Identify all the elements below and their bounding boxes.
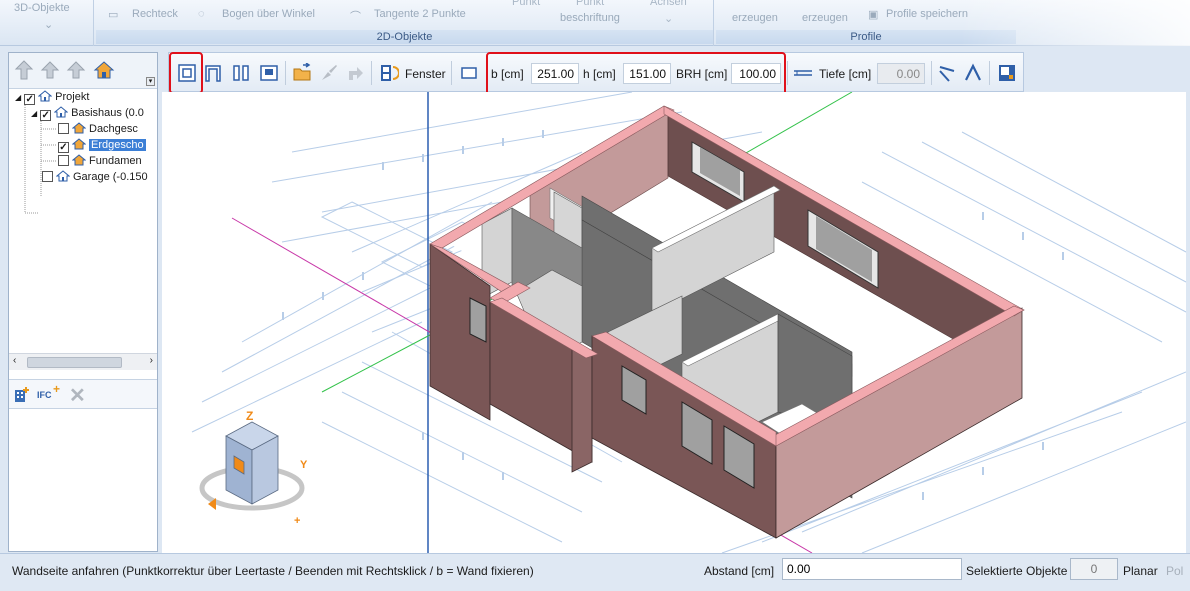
storey-icon xyxy=(72,154,86,166)
tree-item-projekt[interactable]: ◢ ✓ Projekt xyxy=(15,89,89,105)
punkt-button[interactable]: Punkt xyxy=(512,0,540,8)
checkbox[interactable]: ✓ xyxy=(58,142,69,153)
nav-cube-icon[interactable]: Z Y + xyxy=(199,409,308,527)
wall-toolbar: Fenster b [cm] h [cm] BRH [cm] Tiefe [cm… xyxy=(168,52,1024,92)
achsen-chevron-icon[interactable]: ⌄ xyxy=(664,12,673,25)
tree-item-dachgeschoss[interactable]: Dachgesc xyxy=(58,121,138,137)
u-wall-icon[interactable] xyxy=(203,63,223,83)
selektierte-value xyxy=(1070,558,1118,580)
wall-icon[interactable] xyxy=(177,63,197,83)
tree-item-basishaus[interactable]: ◢ ✓ Basishaus (0.0 xyxy=(31,105,144,121)
expand-icon[interactable]: ◢ xyxy=(31,109,37,118)
tree-item-fundament[interactable]: Fundamen xyxy=(58,153,142,169)
menu-dropdown-icon[interactable]: ▾ xyxy=(146,77,155,86)
fenster-label[interactable]: Fenster xyxy=(405,67,446,81)
project-panel: ▾ ◢ ✓ Projekt ◢ ✓ Basishaus (0.0 Dachgesc ✓ E… xyxy=(8,52,158,552)
up-arrow-icon[interactable] xyxy=(39,59,61,81)
erzeugen-button-1[interactable]: erzeugen xyxy=(732,12,778,24)
scroll-left-icon[interactable]: ‹ xyxy=(13,355,16,366)
svg-text:Z: Z xyxy=(246,409,253,423)
tangente-button[interactable]: Tangente 2 Punkte xyxy=(374,8,466,20)
save-icon: ▣ xyxy=(868,9,879,21)
h-input[interactable] xyxy=(623,63,671,84)
svg-text:+: + xyxy=(294,515,300,527)
opening-icon[interactable] xyxy=(259,63,279,83)
rechteck-button[interactable]: Rechteck xyxy=(132,8,178,20)
status-message: Wandseite anfahren (Punktkorrektur über … xyxy=(12,564,534,578)
checkbox[interactable]: ✓ xyxy=(40,110,52,121)
ribbon-group-2d-label: 2D-Objekte xyxy=(96,30,713,44)
add-building-icon[interactable] xyxy=(13,386,31,404)
brh-label: BRH [cm] xyxy=(676,67,728,81)
punkt-label[interactable]: Punkt xyxy=(576,0,604,8)
3d-viewport[interactable]: Z Y + xyxy=(162,92,1186,553)
beschriftung-button[interactable]: beschriftung xyxy=(560,12,620,24)
checkbox[interactable]: ✓ xyxy=(24,94,36,105)
tangente-icon: ⌒ xyxy=(350,11,361,23)
checkbox[interactable] xyxy=(58,123,69,134)
slope-icon[interactable] xyxy=(937,63,957,83)
abstand-input[interactable] xyxy=(782,558,962,580)
up-level-icon[interactable] xyxy=(65,59,87,81)
window-left xyxy=(469,297,487,343)
scroll-right-icon[interactable]: › xyxy=(150,355,153,366)
bogen-icon: ◌ xyxy=(198,8,205,20)
plus-icon: + xyxy=(53,382,61,396)
ribbon-group-2d: ▭ Rechteck ◌ Bogen über Winkel ⌒ Tangent… xyxy=(96,0,714,46)
brush-icon[interactable] xyxy=(319,63,339,83)
polar-toggle[interactable]: Pol xyxy=(1166,564,1183,578)
tree-item-erdgeschoss[interactable]: ✓ Erdgescho xyxy=(58,137,146,153)
house-icon xyxy=(54,106,69,118)
tiefe-label: Tiefe [cm] xyxy=(819,67,872,81)
ribbon-3d-objekte-button[interactable]: 3D-Objekte xyxy=(14,2,70,14)
checkbox[interactable] xyxy=(58,155,69,166)
nav-toolbar: ▾ xyxy=(9,53,157,89)
selektierte-label: Selektierte Objekte xyxy=(966,564,1068,578)
ribbon-group-3d: 3D-Objekte ⌄ xyxy=(0,0,94,46)
folder-open-icon[interactable] xyxy=(293,63,313,83)
checkbox[interactable] xyxy=(42,171,53,182)
ifc-import-button[interactable]: IFC xyxy=(37,390,52,400)
ribbon: 3D-Objekte ⌄ ▭ Rechteck ◌ Bogen über Win… xyxy=(0,0,1190,46)
svg-text:Y: Y xyxy=(300,459,308,471)
tiefe-input[interactable] xyxy=(877,63,925,84)
profile-speichern-button[interactable]: Profile speichern xyxy=(886,8,968,20)
abstand-label: Abstand [cm] xyxy=(704,564,775,578)
b-input[interactable] xyxy=(531,63,579,84)
planar-toggle[interactable]: Planar xyxy=(1123,564,1158,578)
rechteck-icon: ▭ xyxy=(108,9,119,21)
ifc-toolbar: IFC + ✕ xyxy=(9,379,157,409)
house-icon xyxy=(38,90,53,102)
house-model[interactable] xyxy=(429,105,1025,539)
up-double-arrow-icon[interactable] xyxy=(13,59,35,81)
3d-scene[interactable]: Z Y + xyxy=(162,92,1186,553)
project-tree: ◢ ✓ Projekt ◢ ✓ Basishaus (0.0 Dachgesc ✓ Erd… xyxy=(9,89,157,351)
tree-horizontal-scrollbar[interactable]: ‹ › xyxy=(9,353,157,370)
double-wall-icon[interactable] xyxy=(231,63,251,83)
chevron-down-icon[interactable]: ⌄ xyxy=(44,18,53,31)
brh-input[interactable] xyxy=(731,63,781,84)
arrow-icon[interactable] xyxy=(345,63,365,83)
tree-item-garage[interactable]: Garage (-0.150 xyxy=(42,169,148,185)
delete-icon[interactable]: ✕ xyxy=(69,383,86,408)
storey-icon xyxy=(72,122,86,134)
layout-icon[interactable] xyxy=(997,63,1017,83)
line-icon[interactable] xyxy=(793,63,813,83)
storey-icon xyxy=(72,138,86,150)
achsen-button[interactable]: Achsen xyxy=(650,0,687,8)
expand-icon[interactable]: ◢ xyxy=(15,93,21,102)
bogen-button[interactable]: Bogen über Winkel xyxy=(222,8,315,20)
rect-icon[interactable] xyxy=(459,63,479,83)
roof-icon[interactable] xyxy=(963,63,983,83)
h-label: h [cm] xyxy=(583,67,616,81)
status-bar: Wandseite anfahren (Punktkorrektur über … xyxy=(0,553,1190,591)
scrollbar-thumb[interactable] xyxy=(27,357,122,368)
home-icon[interactable] xyxy=(93,59,115,81)
fenster-icon[interactable] xyxy=(379,63,399,83)
erzeugen-button-2[interactable]: erzeugen xyxy=(802,12,848,24)
b-label: b [cm] xyxy=(491,67,524,81)
house-icon xyxy=(56,170,70,182)
